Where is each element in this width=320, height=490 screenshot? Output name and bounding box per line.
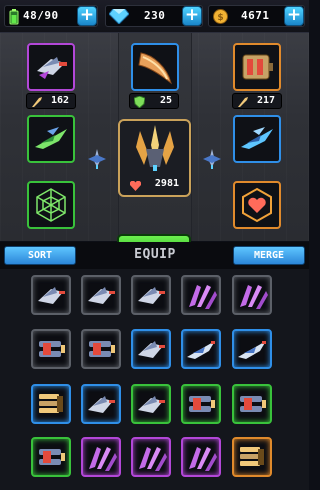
slot-right-middle[interactable] xyxy=(233,115,281,163)
claw-icon xyxy=(139,447,167,471)
claw-icon xyxy=(240,285,268,309)
inventory-grid xyxy=(0,269,309,490)
starship-icon xyxy=(136,125,174,171)
inventory-slot[interactable] xyxy=(181,275,221,315)
wing-drone-icon xyxy=(37,57,67,79)
wing-drone-icon xyxy=(88,287,115,304)
inventory-slot[interactable] xyxy=(31,437,71,477)
missile-icon xyxy=(238,97,248,107)
inventory-slot[interactable] xyxy=(81,329,121,369)
slot-left-bottom[interactable] xyxy=(27,181,75,229)
jet-icon xyxy=(187,341,215,359)
inventory-slot[interactable] xyxy=(131,275,171,315)
inventory-tab-bar: SORT EQUIP MERGE xyxy=(0,242,309,269)
wing-drone-icon xyxy=(138,341,165,358)
add-coins-button[interactable]: + xyxy=(284,6,304,26)
hangar-panel: 162 25 2981 217 xyxy=(0,33,309,265)
inventory-slot[interactable] xyxy=(181,384,221,424)
twin-cannon-icon xyxy=(189,396,215,412)
inventory-slot[interactable] xyxy=(81,275,121,315)
energy-value: 48/90 xyxy=(23,9,59,22)
wingman-right-icon xyxy=(203,149,221,169)
energy-counter: 48/90 + xyxy=(4,5,98,27)
coin-icon: $ xyxy=(213,9,228,24)
inventory-slot[interactable] xyxy=(232,275,272,315)
add-energy-button[interactable]: + xyxy=(77,6,97,26)
inventory-slot[interactable] xyxy=(181,437,221,477)
coin-value: 4671 xyxy=(241,9,270,22)
jet-icon xyxy=(238,341,266,359)
jet-icon xyxy=(35,127,67,149)
core-hp-value: 2981 xyxy=(154,178,179,189)
slot-right-bottom[interactable] xyxy=(233,181,281,229)
shield-icon xyxy=(134,96,145,108)
add-gems-button[interactable]: + xyxy=(182,6,202,26)
wingman-left-icon xyxy=(88,149,106,169)
wing-drone-icon xyxy=(38,287,65,304)
inventory-slot[interactable] xyxy=(81,437,121,477)
jet-icon xyxy=(241,127,273,149)
inventory-slot[interactable] xyxy=(131,384,171,424)
inventory-slot[interactable] xyxy=(31,275,71,315)
inventory-slot[interactable] xyxy=(31,384,71,424)
inventory-slot[interactable] xyxy=(232,384,272,424)
sort-button[interactable]: SORT xyxy=(4,246,76,265)
slot-left-middle[interactable] xyxy=(27,115,75,163)
inventory-slot[interactable] xyxy=(81,384,121,424)
slot-right-top[interactable] xyxy=(233,43,281,91)
merge-button[interactable]: MERGE xyxy=(233,246,305,265)
twin-cannon-icon xyxy=(39,341,65,357)
triple-cannon-icon xyxy=(240,447,264,466)
wing-drone-icon xyxy=(88,396,115,413)
wing-drone-icon xyxy=(138,396,165,413)
triple-cannon-icon xyxy=(39,394,63,413)
wing-drone-icon xyxy=(138,287,165,304)
slot-center-top[interactable] xyxy=(131,43,179,91)
claw-icon xyxy=(89,447,117,471)
gem-counter: 230 + xyxy=(105,5,203,27)
inventory-slot[interactable] xyxy=(131,437,171,477)
gem-value: 230 xyxy=(144,9,166,22)
claw-icon xyxy=(189,447,217,471)
inventory-slot[interactable] xyxy=(232,329,272,369)
battery-icon xyxy=(9,9,19,25)
web-net-icon xyxy=(36,188,66,222)
inventory-slot[interactable] xyxy=(181,329,221,369)
twin-cannon-icon xyxy=(39,449,65,465)
slot-left-top[interactable] xyxy=(27,43,75,91)
left-top-stat: 162 xyxy=(26,93,76,109)
wing-blade-icon xyxy=(138,52,172,85)
inventory-slot[interactable] xyxy=(131,329,171,369)
svg-text:$: $ xyxy=(217,13,223,23)
missile-icon xyxy=(32,97,42,107)
center-top-stat: 25 xyxy=(129,93,179,109)
inventory-slot[interactable] xyxy=(232,437,272,477)
coin-counter: $ 4671 + xyxy=(208,5,305,27)
claw-icon xyxy=(189,285,217,309)
twin-cannon-icon xyxy=(89,341,115,357)
right-top-stat: 217 xyxy=(232,93,282,109)
twin-cannon-icon xyxy=(240,396,266,412)
resource-bar: 48/90 + 230 + $ 4671 + xyxy=(0,0,309,33)
equip-label: EQUIP xyxy=(134,247,176,262)
diamond-icon xyxy=(109,9,129,24)
heart-shield-icon xyxy=(242,187,272,223)
inventory-slot[interactable] xyxy=(31,329,71,369)
gauntlet-icon xyxy=(242,54,273,80)
